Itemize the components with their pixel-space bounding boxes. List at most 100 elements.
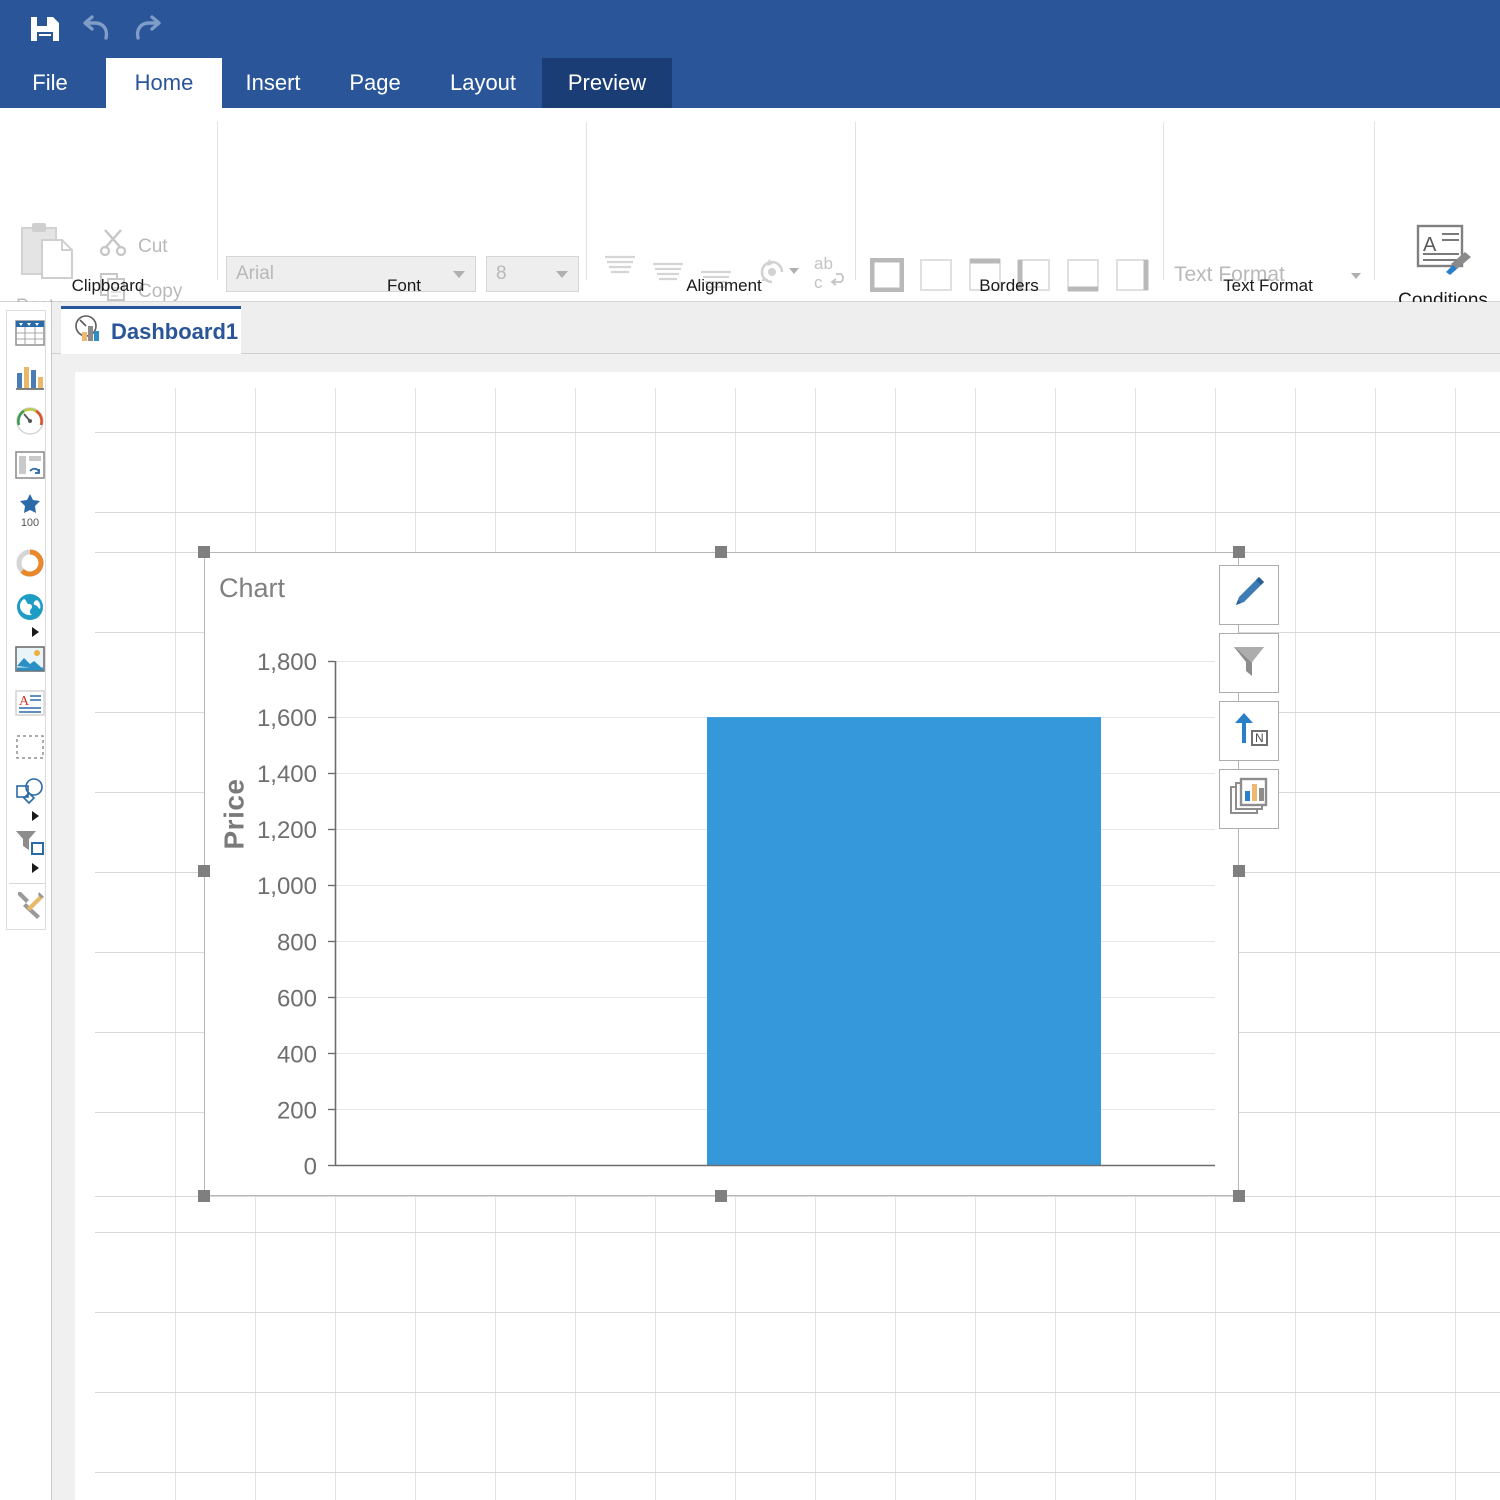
sidebar-item-filter[interactable] (10, 825, 50, 865)
cut-icon[interactable] (98, 226, 128, 257)
group-label-borders: Borders (979, 276, 1039, 295)
tools-icon (15, 891, 45, 924)
group-divider (217, 122, 218, 280)
table-icon (15, 319, 45, 351)
redo-icon[interactable] (126, 8, 168, 50)
donut-progress-icon (15, 548, 45, 583)
edit-chart-button[interactable] (1219, 565, 1279, 625)
y-tick-label: 1,200 (257, 817, 317, 844)
group-divider (586, 122, 587, 280)
resize-handle-s[interactable] (715, 1190, 727, 1202)
shapes-icon (15, 777, 45, 810)
sidebar-item-table[interactable] (10, 315, 50, 355)
sidebar-item-chart[interactable] (10, 359, 50, 399)
pencil-icon (1229, 573, 1269, 618)
tab-layout[interactable]: Layout (430, 58, 536, 108)
resize-handle-sw[interactable] (198, 1190, 210, 1202)
svg-text:ab: ab (814, 254, 833, 273)
resize-handle-nw[interactable] (198, 546, 210, 558)
change-chart-type-button[interactable] (1219, 769, 1279, 829)
y-tick-label: 600 (277, 985, 317, 1012)
tab-file[interactable]: File (14, 58, 86, 108)
tool-rail: 100 A (0, 302, 52, 1500)
sidebar-item-shape[interactable] (10, 773, 50, 813)
y-tick-label: 0 (304, 1154, 317, 1181)
star-kpi-icon (19, 493, 41, 518)
dashboard-page[interactable]: Chart Price 0 200 400 600 800 1,000 1,20… (75, 372, 1500, 1500)
group-label-font: Font (386, 276, 422, 295)
shape-more-arrow-icon[interactable] (29, 809, 43, 821)
group-divider (855, 122, 856, 280)
sheet-tab-dashboard1[interactable]: Dashboard1 (61, 306, 241, 354)
chart-floating-toolbar: N (1219, 565, 1281, 837)
sidebar-item-gauge[interactable] (10, 403, 50, 443)
filter-control-icon (15, 829, 45, 862)
sidebar-item-container[interactable] (10, 729, 50, 769)
resize-handle-e[interactable] (1233, 865, 1245, 877)
y-axis-tick-labels: 0 200 400 600 800 1,000 1,200 1,400 1,600 1,800 (257, 649, 317, 1181)
sort-sub-label: N (1255, 731, 1264, 745)
ribbon: Paste Cut Copy Delete Clipboard Arial 8 … (0, 108, 1500, 347)
sidebar-item-pivot[interactable] (10, 447, 50, 487)
tool-rail-panel: 100 A (6, 310, 46, 930)
dashboard-icon (73, 314, 105, 349)
sidebar-item-map[interactable] (10, 589, 50, 629)
tab-insert[interactable]: Insert (226, 58, 320, 108)
tab-page[interactable]: Page (332, 58, 418, 108)
group-label-clipboard: Clipboard (71, 276, 145, 295)
dashboard-canvas[interactable]: Chart Price 0 200 400 600 800 1,000 1,20… (52, 354, 1500, 1500)
y-axis-ticks (328, 660, 335, 1167)
tab-home[interactable]: Home (106, 58, 222, 108)
image-icon (15, 645, 45, 677)
filter-chart-button[interactable] (1219, 633, 1279, 693)
svg-text:A: A (19, 694, 30, 709)
y-tick-label: 1,600 (257, 705, 317, 732)
cut-label[interactable]: Cut (138, 236, 168, 258)
gauge-icon (15, 406, 45, 441)
tab-preview[interactable]: Preview (542, 58, 672, 108)
y-tick-label: 400 (277, 1041, 317, 1068)
sidebar-item-utilities[interactable] (10, 887, 50, 927)
rich-text-icon: A (15, 689, 45, 721)
ribbon-tab-strip: File Home Insert Page Layout Preview (0, 58, 1500, 108)
undo-icon[interactable] (76, 8, 118, 50)
funnel-icon (1229, 641, 1269, 686)
chevron-down-icon[interactable] (789, 268, 799, 274)
sheet-tab-strip: Dashboard1 (52, 302, 1500, 354)
globe-map-icon (15, 592, 45, 627)
sort-ascending-icon: N (1229, 709, 1269, 754)
resize-handle-se[interactable] (1233, 1190, 1245, 1202)
filter-more-arrow-icon[interactable] (29, 861, 43, 873)
chart-plot[interactable]: 0 200 400 600 800 1,000 1,200 1,400 1,600 1,800 (205, 613, 1240, 1193)
save-icon[interactable] (24, 8, 66, 50)
map-more-arrow-icon[interactable] (29, 625, 43, 637)
y-tick-label: 1,000 (257, 873, 317, 900)
group-label-text-format: Text Format (1223, 276, 1313, 295)
bar-series-price[interactable] (707, 717, 1101, 1166)
sidebar-item-kpi[interactable]: 100 (10, 491, 50, 531)
chart-frame[interactable]: Chart Price 0 200 400 600 800 1,000 1,20… (204, 552, 1239, 1196)
conditions-button[interactable]: A (1412, 220, 1476, 282)
resize-handle-n[interactable] (715, 546, 727, 558)
kpi-badge: 100 (20, 517, 40, 529)
sidebar-item-image[interactable] (10, 641, 50, 681)
y-tick-label: 1,400 (257, 761, 317, 788)
y-tick-label: 200 (277, 1097, 317, 1124)
sort-chart-button[interactable]: N (1219, 701, 1279, 761)
group-divider (1374, 122, 1375, 280)
bar-chart-icon (15, 363, 45, 396)
pivot-panel-icon (15, 450, 45, 484)
rail-divider (9, 883, 45, 884)
sidebar-item-text[interactable]: A (10, 685, 50, 725)
resize-handle-ne[interactable] (1233, 546, 1245, 558)
y-tick-label: 1,800 (257, 649, 317, 676)
y-tick-label: 800 (277, 929, 317, 956)
sidebar-item-progress[interactable] (10, 545, 50, 585)
group-divider (1163, 122, 1164, 280)
chart-widget[interactable]: Chart Price 0 200 400 600 800 1,000 1,20… (198, 546, 1245, 1202)
chart-type-icon (1229, 777, 1269, 822)
resize-handle-w[interactable] (198, 865, 210, 877)
svg-text:A: A (1423, 234, 1437, 256)
sheet-tab-label: Dashboard1 (111, 318, 239, 344)
title-bar (0, 0, 1500, 58)
